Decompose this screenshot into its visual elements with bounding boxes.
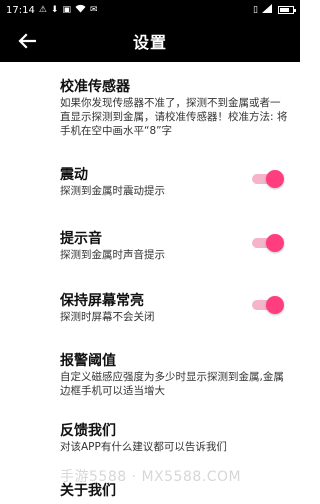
setting-vibrate-desc: 探测到金属时震动提示 (60, 185, 165, 197)
status-time: 17:14 (6, 4, 35, 16)
arrow-left-icon (18, 33, 36, 49)
sound-toggle-thumb (266, 234, 284, 252)
setting-calibrate[interactable]: 校准传感器 如果你发现传感器不准了，探测不到金属或者一直显示探测到金属，请校准传… (0, 70, 300, 150)
setting-keep-screen-title: 保持屏幕常亮 (60, 293, 144, 309)
setting-feedback-desc: 对该APP有什么建议都可以告诉我们 (60, 441, 227, 453)
status-right: ▯ (253, 4, 296, 16)
setting-calibrate-title: 校准传感器 (60, 79, 130, 95)
setting-threshold-title: 报警阈值 (60, 353, 116, 369)
vibrate-icon: ▯ (253, 4, 258, 15)
keep-screen-toggle[interactable] (252, 296, 284, 314)
download-icon: ⬇ (50, 4, 59, 15)
setting-calibrate-desc: 如果你发现传感器不准了，探测不到金属或者一直显示探测到金属，请校准传感器！校准方… (60, 97, 288, 137)
setting-sound-desc: 探测到金属时声音提示 (60, 249, 165, 261)
setting-feedback-title: 反馈我们 (60, 423, 116, 439)
status-left: 17:14 ⚠ ⬇ ▣ ✉ (6, 4, 98, 16)
image-icon: ▣ (62, 4, 71, 15)
setting-sound-title: 提示音 (60, 231, 102, 247)
setting-vibrate: 震动 探测到金属时震动提示 (0, 158, 300, 218)
battery-icon (278, 6, 296, 14)
warning-icon: ⚠ (38, 4, 47, 15)
signal-icon (262, 4, 272, 16)
setting-keep-screen-desc: 探测时屏幕不会关闭 (60, 311, 155, 323)
app-bar: 设置 (0, 20, 300, 62)
message-icon: ✉ (89, 4, 98, 15)
watermark: 手游5588 · MX5588.COM (60, 469, 242, 485)
vibrate-toggle[interactable] (252, 170, 284, 188)
sound-toggle[interactable] (252, 234, 284, 252)
page-title: 设置 (132, 33, 167, 52)
status-bar: 17:14 ⚠ ⬇ ▣ ✉ ▯ (0, 0, 300, 20)
setting-vibrate-title: 震动 (60, 167, 88, 183)
keep-screen-toggle-thumb (266, 296, 284, 314)
setting-threshold[interactable]: 报警阈值 自定义磁感应强度为多少时显示探测到金属,金属边框手机可以适当增大 (0, 344, 300, 408)
setting-sound: 提示音 探测到金属时声音提示 (0, 222, 300, 282)
wifi-icon (75, 4, 86, 16)
setting-keep-screen: 保持屏幕常亮 探测时屏幕不会关闭 (0, 284, 300, 344)
setting-feedback[interactable]: 反馈我们 对该APP有什么建议都可以告诉我们 (0, 414, 300, 474)
back-button[interactable] (14, 28, 40, 54)
vibrate-toggle-thumb (266, 170, 284, 188)
setting-threshold-desc: 自定义磁感应强度为多少时显示探测到金属,金属边框手机可以适当增大 (60, 371, 284, 397)
